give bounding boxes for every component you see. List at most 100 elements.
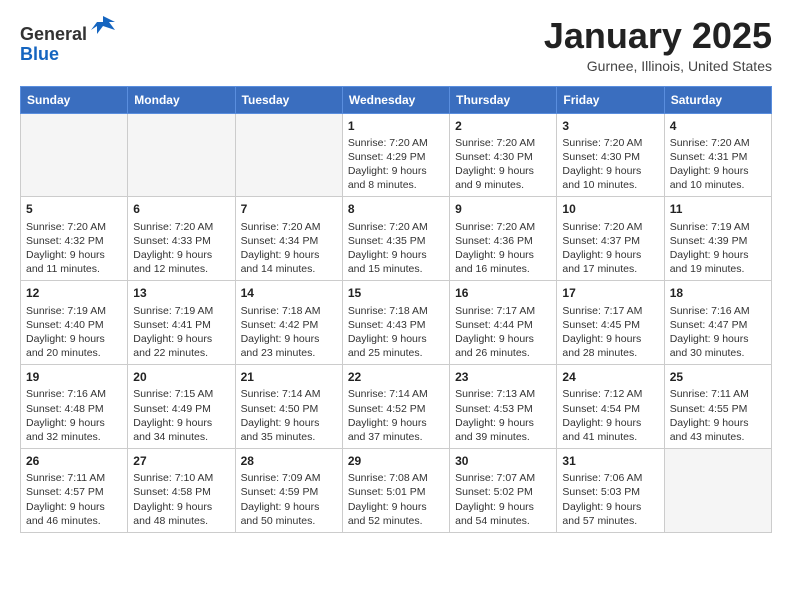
calendar-dow-tuesday: Tuesday [235,86,342,113]
calendar-week-5: 26 Sunrise: 7:11 AMSunset: 4:57 PMDayligh… [21,449,772,533]
day-info: Sunrise: 7:06 AMSunset: 5:03 PMDaylight:… [562,471,658,528]
calendar-cell [21,113,128,197]
calendar-week-1: 1 Sunrise: 7:20 AMSunset: 4:29 PMDaylight… [21,113,772,197]
calendar-cell: 12 Sunrise: 7:19 AMSunset: 4:40 PMDayligh… [21,281,128,365]
day-info: Sunrise: 7:10 AMSunset: 4:58 PMDaylight:… [133,471,229,528]
day-info: Sunrise: 7:12 AMSunset: 4:54 PMDaylight:… [562,387,658,444]
calendar-cell: 8Sunrise: 7:20 AMSunset: 4:35 PMDaylight… [342,197,449,281]
day-number: 25 [670,369,766,385]
day-number: 17 [562,285,658,301]
calendar-cell: 2 Sunrise: 7:20 AMSunset: 4:30 PMDaylight… [450,113,557,197]
day-number: 13 [133,285,229,301]
day-info: Sunrise: 7:20 AMSunset: 4:33 PMDaylight:… [133,220,229,277]
title-block: January 2025 Gurnee, Illinois, United St… [544,16,772,74]
calendar-header-row: SundayMondayTuesdayWednesdayThursdayFrid… [21,86,772,113]
day-number: 8 [348,201,444,217]
calendar-week-4: 19 Sunrise: 7:16 AMSunset: 4:48 PMDayligh… [21,365,772,449]
day-number: 27 [133,453,229,469]
day-info: Sunrise: 7:11 AMSunset: 4:57 PMDaylight:… [26,471,122,528]
day-number: 18 [670,285,766,301]
day-info: Sunrise: 7:20 AMSunset: 4:37 PMDaylight:… [562,220,658,277]
day-number: 5 [26,201,122,217]
calendar-cell: 6 Sunrise: 7:20 AMSunset: 4:33 PMDaylight… [128,197,235,281]
day-number: 6 [133,201,229,217]
location: Gurnee, Illinois, United States [544,58,772,74]
day-info: Sunrise: 7:16 AMSunset: 4:48 PMDaylight:… [26,387,122,444]
calendar-cell: 13Sunrise: 7:19 AMSunset: 4:41 PMDayligh… [128,281,235,365]
day-info: Sunrise: 7:19 AMSunset: 4:40 PMDaylight:… [26,304,122,361]
day-number: 21 [241,369,337,385]
day-info: Sunrise: 7:14 AMSunset: 4:52 PMDaylight:… [348,387,444,444]
day-number: 1 [348,118,444,134]
day-info: Sunrise: 7:08 AMSunset: 5:01 PMDaylight:… [348,471,444,528]
calendar-cell: 1 Sunrise: 7:20 AMSunset: 4:29 PMDaylight… [342,113,449,197]
day-number: 16 [455,285,551,301]
day-info: Sunrise: 7:20 AMSunset: 4:31 PMDaylight:… [670,136,766,193]
calendar-cell: 20 Sunrise: 7:15 AMSunset: 4:49 PMDayligh… [128,365,235,449]
logo: General Blue [20,16,117,65]
day-number: 9 [455,201,551,217]
day-info: Sunrise: 7:17 AMSunset: 4:45 PMDaylight:… [562,304,658,361]
day-number: 24 [562,369,658,385]
day-info: Sunrise: 7:14 AMSunset: 4:50 PMDaylight:… [241,387,337,444]
day-info: Sunrise: 7:20 AMSunset: 4:32 PMDaylight:… [26,220,122,277]
calendar-cell: 23Sunrise: 7:13 AMSunset: 4:53 PMDayligh… [450,365,557,449]
day-number: 29 [348,453,444,469]
day-number: 14 [241,285,337,301]
day-info: Sunrise: 7:20 AMSunset: 4:30 PMDaylight:… [455,136,551,193]
calendar-cell: 28 Sunrise: 7:09 AMSunset: 4:59 PMDayligh… [235,449,342,533]
logo-bird-icon [89,12,117,40]
calendar-cell: 29 Sunrise: 7:08 AMSunset: 5:01 PMDayligh… [342,449,449,533]
day-number: 3 [562,118,658,134]
calendar-cell: 24 Sunrise: 7:12 AMSunset: 4:54 PMDayligh… [557,365,664,449]
day-info: Sunrise: 7:19 AMSunset: 4:39 PMDaylight:… [670,220,766,277]
day-number: 30 [455,453,551,469]
calendar-cell: 16Sunrise: 7:17 AMSunset: 4:44 PMDayligh… [450,281,557,365]
calendar-cell: 14Sunrise: 7:18 AMSunset: 4:42 PMDayligh… [235,281,342,365]
calendar-table: SundayMondayTuesdayWednesdayThursdayFrid… [20,86,772,533]
logo-general: General [20,24,87,44]
day-number: 10 [562,201,658,217]
calendar-cell: 30 Sunrise: 7:07 AMSunset: 5:02 PMDayligh… [450,449,557,533]
calendar-cell: 22 Sunrise: 7:14 AMSunset: 4:52 PMDayligh… [342,365,449,449]
day-number: 26 [26,453,122,469]
calendar-cell: 21 Sunrise: 7:14 AMSunset: 4:50 PMDayligh… [235,365,342,449]
day-number: 11 [670,201,766,217]
calendar-dow-thursday: Thursday [450,86,557,113]
day-number: 12 [26,285,122,301]
calendar-cell: 5 Sunrise: 7:20 AMSunset: 4:32 PMDaylight… [21,197,128,281]
calendar-dow-saturday: Saturday [664,86,771,113]
day-number: 19 [26,369,122,385]
calendar-cell: 18 Sunrise: 7:16 AMSunset: 4:47 PMDayligh… [664,281,771,365]
day-number: 28 [241,453,337,469]
day-number: 31 [562,453,658,469]
calendar-cell: 25 Sunrise: 7:11 AMSunset: 4:55 PMDayligh… [664,365,771,449]
day-number: 4 [670,118,766,134]
calendar-cell: 11 Sunrise: 7:19 AMSunset: 4:39 PMDayligh… [664,197,771,281]
day-info: Sunrise: 7:18 AMSunset: 4:43 PMDaylight:… [348,304,444,361]
calendar-week-3: 12 Sunrise: 7:19 AMSunset: 4:40 PMDayligh… [21,281,772,365]
day-info: Sunrise: 7:15 AMSunset: 4:49 PMDaylight:… [133,387,229,444]
calendar-week-2: 5 Sunrise: 7:20 AMSunset: 4:32 PMDaylight… [21,197,772,281]
calendar-cell: 19 Sunrise: 7:16 AMSunset: 4:48 PMDayligh… [21,365,128,449]
calendar-dow-friday: Friday [557,86,664,113]
day-info: Sunrise: 7:16 AMSunset: 4:47 PMDaylight:… [670,304,766,361]
calendar-cell: 3 Sunrise: 7:20 AMSunset: 4:30 PMDaylight… [557,113,664,197]
day-info: Sunrise: 7:09 AMSunset: 4:59 PMDaylight:… [241,471,337,528]
day-info: Sunrise: 7:20 AMSunset: 4:34 PMDaylight:… [241,220,337,277]
calendar-cell [128,113,235,197]
month-title: January 2025 [544,16,772,56]
day-number: 23 [455,369,551,385]
day-info: Sunrise: 7:20 AMSunset: 4:29 PMDaylight:… [348,136,444,193]
day-info: Sunrise: 7:20 AMSunset: 4:30 PMDaylight:… [562,136,658,193]
calendar-dow-monday: Monday [128,86,235,113]
calendar-cell [664,449,771,533]
calendar-cell: 27 Sunrise: 7:10 AMSunset: 4:58 PMDayligh… [128,449,235,533]
day-number: 20 [133,369,229,385]
day-number: 22 [348,369,444,385]
day-info: Sunrise: 7:07 AMSunset: 5:02 PMDaylight:… [455,471,551,528]
day-number: 2 [455,118,551,134]
day-info: Sunrise: 7:20 AMSunset: 4:36 PMDaylight:… [455,220,551,277]
day-number: 15 [348,285,444,301]
day-info: Sunrise: 7:11 AMSunset: 4:55 PMDaylight:… [670,387,766,444]
